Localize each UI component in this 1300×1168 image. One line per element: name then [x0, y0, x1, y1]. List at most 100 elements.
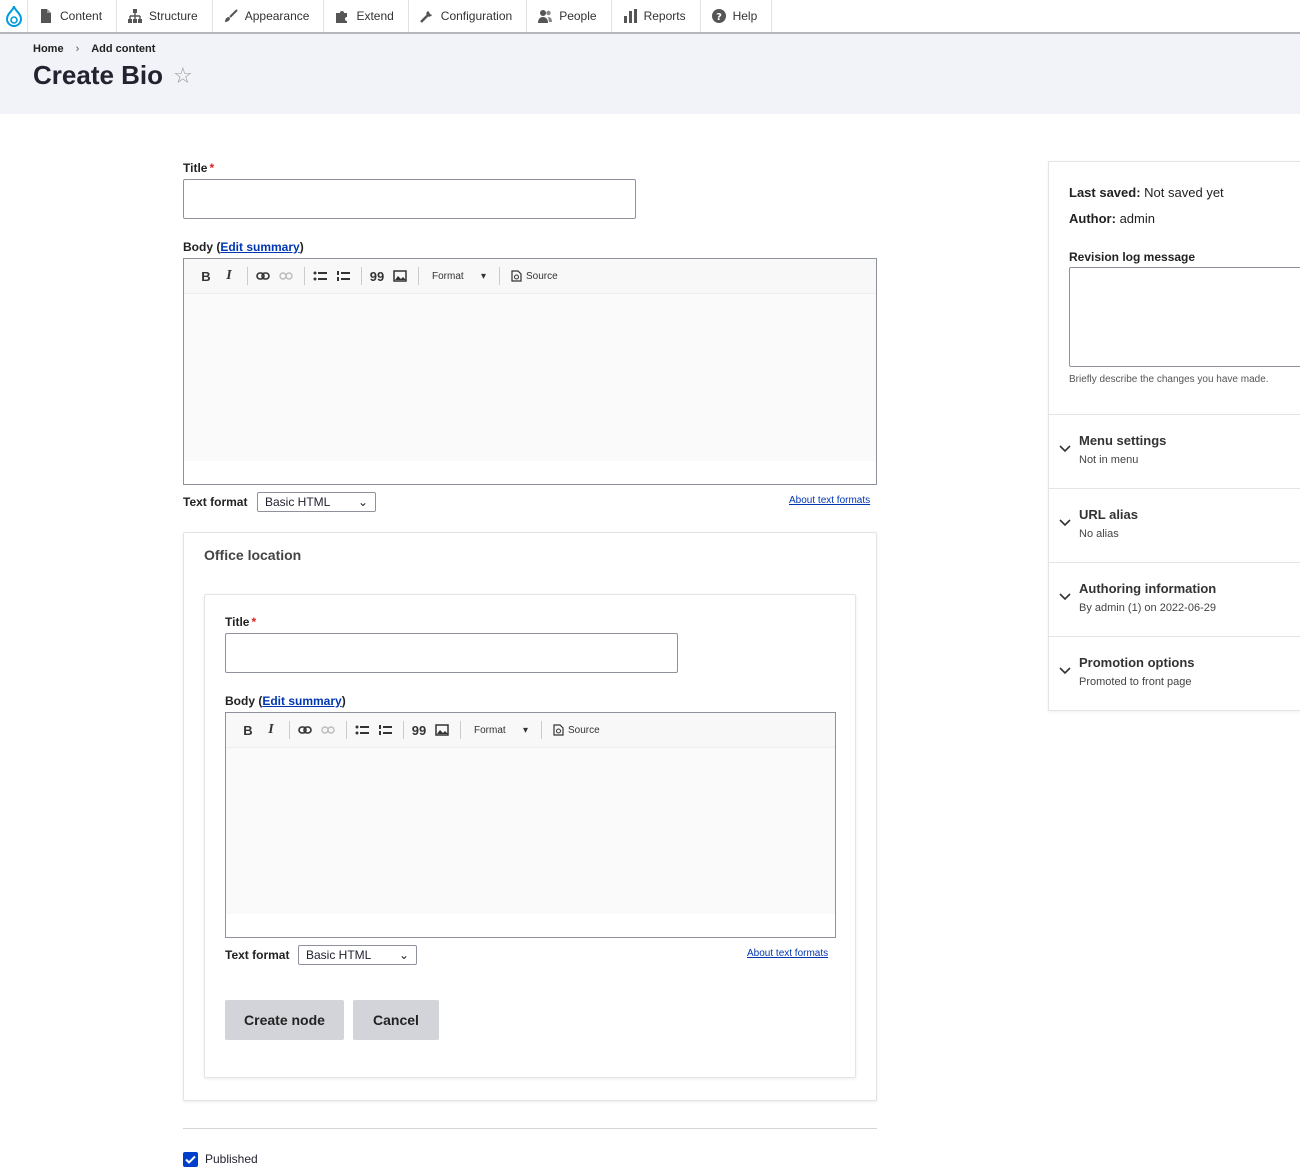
chevron-down-icon — [1059, 519, 1071, 527]
revision-log-label: Revision log message — [1069, 250, 1196, 264]
edit-summary-link[interactable]: Edit summary — [220, 240, 299, 254]
numbered-list-icon[interactable] — [333, 266, 353, 286]
section-title: Menu settings — [1079, 433, 1167, 448]
text-format-label: Text format — [183, 495, 248, 509]
office-text-format-select[interactable]: Basic HTML ⌄ — [298, 945, 417, 965]
revision-log-help: Briefly describe the changes you have ma… — [1069, 374, 1269, 385]
bulleted-list-icon[interactable] — [352, 720, 372, 740]
sitemap-icon — [128, 9, 143, 23]
cancel-button[interactable]: Cancel — [353, 1000, 439, 1040]
toolbar-item-label: Configuration — [440, 9, 513, 23]
body-label: Body (Edit summary) — [183, 240, 304, 254]
revision-log-textarea[interactable] — [1069, 267, 1300, 367]
office-body-label: Body (Edit summary) — [225, 694, 346, 708]
link-icon[interactable] — [253, 266, 273, 286]
author: Author: admin — [1069, 211, 1155, 226]
page-header: Home › Add content Create Bio ☆ — [0, 34, 1300, 114]
page-title: Create Bio ☆ — [33, 60, 193, 91]
toolbar-item-configuration[interactable]: Configuration — [407, 0, 526, 32]
published-label: Published — [205, 1152, 258, 1166]
toolbar-item-label: Content — [60, 9, 103, 23]
office-body-editor-area[interactable] — [226, 747, 835, 914]
title-label: Title * — [183, 161, 215, 175]
toolbar-separator — [304, 267, 305, 285]
link-icon[interactable] — [295, 720, 315, 740]
required-mark: * — [209, 161, 215, 175]
breadcrumb-home[interactable]: Home — [33, 43, 64, 55]
unlink-icon[interactable] — [318, 720, 338, 740]
chevron-down-icon: ▾ — [480, 270, 486, 282]
authoring-information-section[interactable]: Authoring information By admin (1) on 20… — [1049, 562, 1300, 636]
breadcrumb-add-content[interactable]: Add content — [91, 43, 155, 55]
format-dropdown[interactable]: Format ▾ — [424, 271, 494, 282]
section-summary: By admin (1) on 2022-06-29 — [1079, 602, 1216, 614]
format-dropdown[interactable]: Format ▾ — [466, 725, 536, 736]
breadcrumb-separator: › — [75, 43, 80, 55]
help-icon: ? — [711, 9, 726, 23]
toolbar-item-reports[interactable]: Reports — [610, 0, 700, 32]
office-edit-summary-link[interactable]: Edit summary — [262, 694, 341, 708]
source-icon — [511, 270, 522, 282]
url-alias-section[interactable]: URL alias No alias — [1049, 488, 1300, 562]
toolbar-item-extend[interactable]: Extend — [323, 0, 407, 32]
divider — [183, 1128, 877, 1129]
toolbar-separator — [403, 721, 404, 739]
breadcrumb: Home › Add content — [33, 43, 155, 55]
body-editor-area[interactable] — [184, 293, 876, 461]
puzzle-icon — [336, 11, 348, 23]
bold-button[interactable]: B — [238, 720, 258, 740]
checkmark-icon — [185, 1155, 196, 1164]
office-body-editor: B I 99 Format ▾ Source — [225, 712, 836, 938]
unlink-icon[interactable] — [276, 266, 296, 286]
promotion-options-section[interactable]: Promotion options Promoted to front page — [1049, 636, 1300, 710]
toolbar-separator — [541, 721, 542, 739]
office-title-label: Title * — [225, 615, 257, 629]
office-title-input[interactable] — [225, 633, 678, 673]
image-icon[interactable] — [432, 720, 452, 740]
numbered-list-icon[interactable] — [375, 720, 395, 740]
office-about-text-formats-link[interactable]: About text formats — [747, 948, 828, 959]
blockquote-icon[interactable]: 99 — [409, 720, 429, 740]
chevron-down-icon: ⌄ — [398, 948, 409, 962]
toolbar-separator — [346, 721, 347, 739]
toolbar-separator — [499, 267, 500, 285]
published-checkbox[interactable] — [183, 1152, 198, 1167]
office-location-legend: Office location — [204, 547, 302, 563]
toolbar-item-label: Reports — [643, 9, 686, 23]
required-mark: * — [251, 615, 257, 629]
text-format-select[interactable]: Basic HTML ⌄ — [257, 492, 376, 512]
bulleted-list-icon[interactable] — [310, 266, 330, 286]
toolbar-separator — [361, 267, 362, 285]
italic-button[interactable]: I — [219, 266, 239, 286]
title-input[interactable] — [183, 179, 636, 219]
toolbar-item-label: Extend — [356, 9, 394, 23]
toolbar-item-help[interactable]: ? Help — [699, 0, 773, 32]
about-text-formats-link[interactable]: About text formats — [789, 495, 870, 506]
toolbar-item-label: Structure — [149, 9, 198, 23]
bar-chart-icon — [623, 9, 637, 23]
toolbar-item-people[interactable]: People — [526, 0, 610, 32]
section-summary: Promoted to front page — [1079, 676, 1192, 688]
toolbar-separator — [247, 267, 248, 285]
source-button[interactable]: Source — [505, 270, 558, 282]
toolbar-item-content[interactable]: Content — [27, 0, 116, 32]
image-icon[interactable] — [390, 266, 410, 286]
drupal-logo-icon[interactable] — [0, 0, 27, 32]
toolbar-item-structure[interactable]: Structure — [116, 0, 212, 32]
body-editor: B I 99 Format ▾ Source — [183, 258, 877, 485]
editor-toolbar: B I 99 Format ▾ Source — [184, 259, 876, 293]
toolbar-item-appearance[interactable]: Appearance — [211, 0, 324, 32]
last-saved: Last saved: Not saved yet — [1069, 185, 1224, 200]
section-title: Promotion options — [1079, 655, 1195, 670]
page-title-text: Create Bio — [33, 60, 164, 90]
paintbrush-icon — [224, 9, 238, 22]
star-icon[interactable]: ☆ — [173, 63, 193, 89]
source-button[interactable]: Source — [547, 724, 600, 736]
bold-button[interactable]: B — [196, 266, 216, 286]
blockquote-icon[interactable]: 99 — [367, 266, 387, 286]
chevron-down-icon: ⌄ — [357, 495, 368, 509]
file-icon — [41, 9, 51, 23]
menu-settings-section[interactable]: Menu settings Not in menu — [1049, 414, 1300, 488]
create-node-button[interactable]: Create node — [225, 1000, 344, 1040]
italic-button[interactable]: I — [261, 720, 281, 740]
